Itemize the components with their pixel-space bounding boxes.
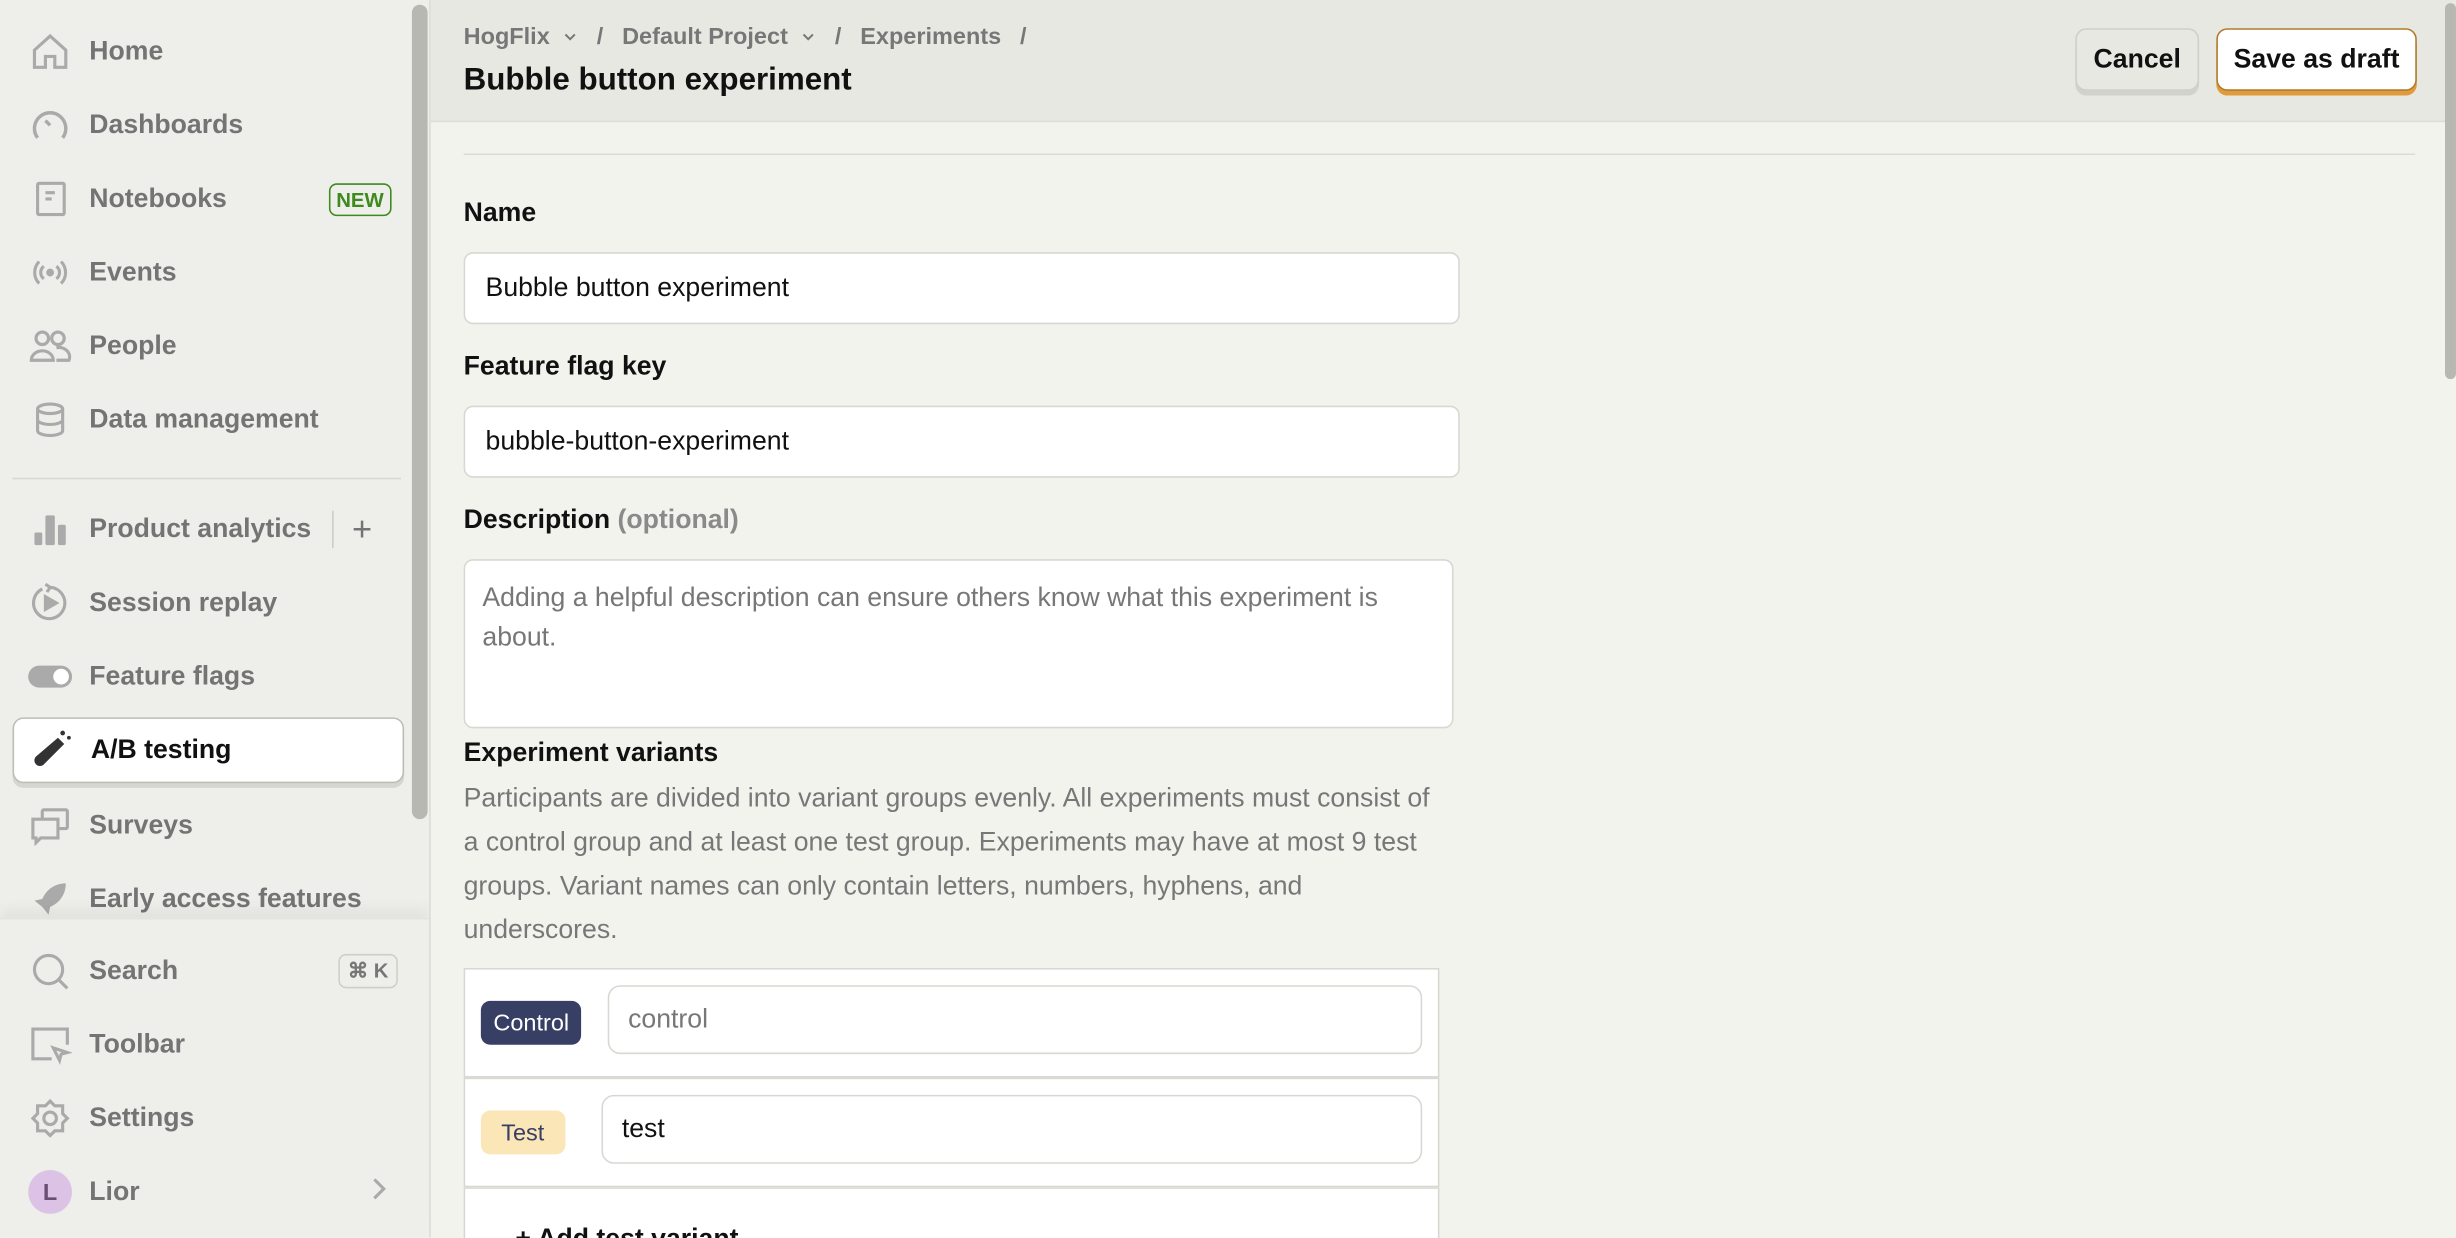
sidebar-item-events[interactable]: Events (13, 240, 401, 306)
chevron-down-icon[interactable] (562, 23, 578, 50)
sidebar-item-label: Settings (89, 1102, 195, 1133)
breadcrumb-project[interactable]: Default Project (622, 23, 788, 50)
save-as-draft-button[interactable]: Save as draft (2216, 28, 2417, 91)
main-scrollbar[interactable] (2444, 3, 2456, 380)
optional-hint: (optional) (617, 504, 739, 535)
sidebar-bottom: Search ⌘ K Toolbar Settings L Lior (0, 917, 430, 1238)
page-title: Bubble button experiment (463, 62, 852, 98)
breadcrumb-separator: / (596, 23, 604, 51)
name-label: Name (463, 197, 537, 228)
database-icon (27, 396, 74, 443)
control-tag: Control (480, 1000, 582, 1045)
sidebar-item-label: A/B testing (90, 734, 232, 765)
feature-flag-key-label: Feature flag key (463, 350, 667, 381)
description-label: Description (optional) (464, 504, 739, 535)
control-variant-input[interactable]: control (607, 985, 1423, 1055)
gear-icon (27, 1095, 74, 1142)
rocket-icon (27, 876, 74, 923)
chevron-down-icon[interactable] (800, 23, 816, 50)
flask-icon (28, 727, 75, 774)
sidebar-item-label: People (89, 330, 177, 361)
new-badge: NEW (328, 182, 392, 216)
sidebar-item-search[interactable]: Search ⌘ K (13, 938, 401, 1004)
sidebar-item-label: Early access features (89, 883, 362, 914)
sidebar-item-session-replay[interactable]: Session replay (13, 570, 401, 636)
toolbar-icon (27, 1021, 74, 1068)
sidebar-item-product-analytics[interactable]: Product analytics + (13, 497, 401, 563)
sidebar-item-label: Notebooks (89, 183, 227, 214)
sidebar-scrollbar[interactable] (411, 4, 428, 820)
description-label-text: Description (463, 504, 611, 535)
sidebar-item-ab-testing[interactable]: A/B testing (12, 717, 405, 784)
breadcrumb-separator: / (1020, 23, 1027, 51)
gauge-icon (27, 102, 74, 149)
divider (463, 153, 2416, 156)
breadcrumb-experiments[interactable]: Experiments (860, 23, 1001, 50)
add-insight-button[interactable]: + (352, 509, 372, 550)
sidebar-item-settings[interactable]: Settings (13, 1085, 401, 1151)
toggle-icon (27, 653, 74, 700)
add-variant-row: + Add test variant (463, 1187, 1440, 1238)
name-input[interactable]: Bubble button experiment (463, 252, 1460, 325)
description-textarea[interactable]: Adding a helpful description can ensure … (463, 559, 1454, 729)
sidebar-item-toolbar[interactable]: Toolbar (13, 1012, 401, 1078)
sidebar-item-label: Home (89, 36, 164, 66)
variant-row-control: Control control (463, 967, 1440, 1078)
replay-icon (27, 580, 74, 627)
breadcrumb-separator: / (834, 23, 842, 51)
sidebar-item-label: Product analytics (89, 513, 312, 544)
sidebar: Home Dashboards Notebooks NEW Events Peo… (0, 0, 431, 1238)
test-tag: Test (480, 1110, 565, 1155)
notebook-icon (27, 175, 74, 222)
sidebar-item-label: Session replay (89, 587, 278, 618)
test-variant-input[interactable]: test (601, 1094, 1423, 1164)
sidebar-item-surveys[interactable]: Surveys (13, 793, 401, 859)
chat-icon (27, 802, 74, 849)
sidebar-item-notebooks[interactable]: Notebooks NEW (13, 166, 401, 232)
sidebar-item-label: Toolbar (89, 1029, 185, 1059)
variant-row-test: Test test (463, 1077, 1440, 1188)
sidebar-item-label: Events (89, 256, 177, 287)
breadcrumb: HogFlix / Default Project / Experiments … (464, 23, 1033, 50)
sidebar-item-data-management[interactable]: Data management (13, 387, 401, 453)
keyboard-shortcut: ⌘ K (338, 953, 398, 989)
chevron-right-icon (370, 1176, 389, 1209)
sidebar-item-dashboards[interactable]: Dashboards (13, 92, 401, 158)
add-test-variant-button[interactable]: + Add test variant (515, 1223, 738, 1238)
broadcast-icon (27, 249, 74, 296)
sidebar-divider (12, 477, 401, 480)
top-bar: HogFlix / Default Project / Experiments … (430, 0, 2456, 123)
sidebar-item-home[interactable]: Home (13, 19, 401, 85)
sidebar-item-label: Search (89, 955, 179, 986)
avatar-letter: L (28, 1170, 73, 1214)
people-icon (27, 323, 74, 370)
sidebar-item-label: Lior (89, 1176, 140, 1207)
sidebar-item-label: Data management (89, 404, 319, 434)
sidebar-item-account[interactable]: L Lior (13, 1159, 401, 1225)
feature-flag-key-input[interactable]: bubble-button-experiment (463, 405, 1460, 478)
sidebar-item-feature-flags[interactable]: Feature flags (13, 644, 401, 710)
sidebar-item-people[interactable]: People (13, 313, 401, 379)
separator (331, 510, 334, 549)
sidebar-item-label: Surveys (89, 809, 193, 840)
sidebar-item-label: Feature flags (89, 660, 256, 691)
experiment-variants-label: Experiment variants (463, 737, 719, 768)
home-icon (27, 28, 74, 75)
breadcrumb-organization[interactable]: HogFlix (464, 23, 550, 50)
search-icon (27, 948, 74, 995)
avatar: L (27, 1168, 74, 1215)
cancel-button[interactable]: Cancel (2075, 28, 2200, 91)
variants-help-text: Participants are divided into variant gr… (463, 783, 1430, 945)
sidebar-item-label: Dashboards (89, 109, 244, 140)
bar-chart-icon (27, 506, 74, 553)
